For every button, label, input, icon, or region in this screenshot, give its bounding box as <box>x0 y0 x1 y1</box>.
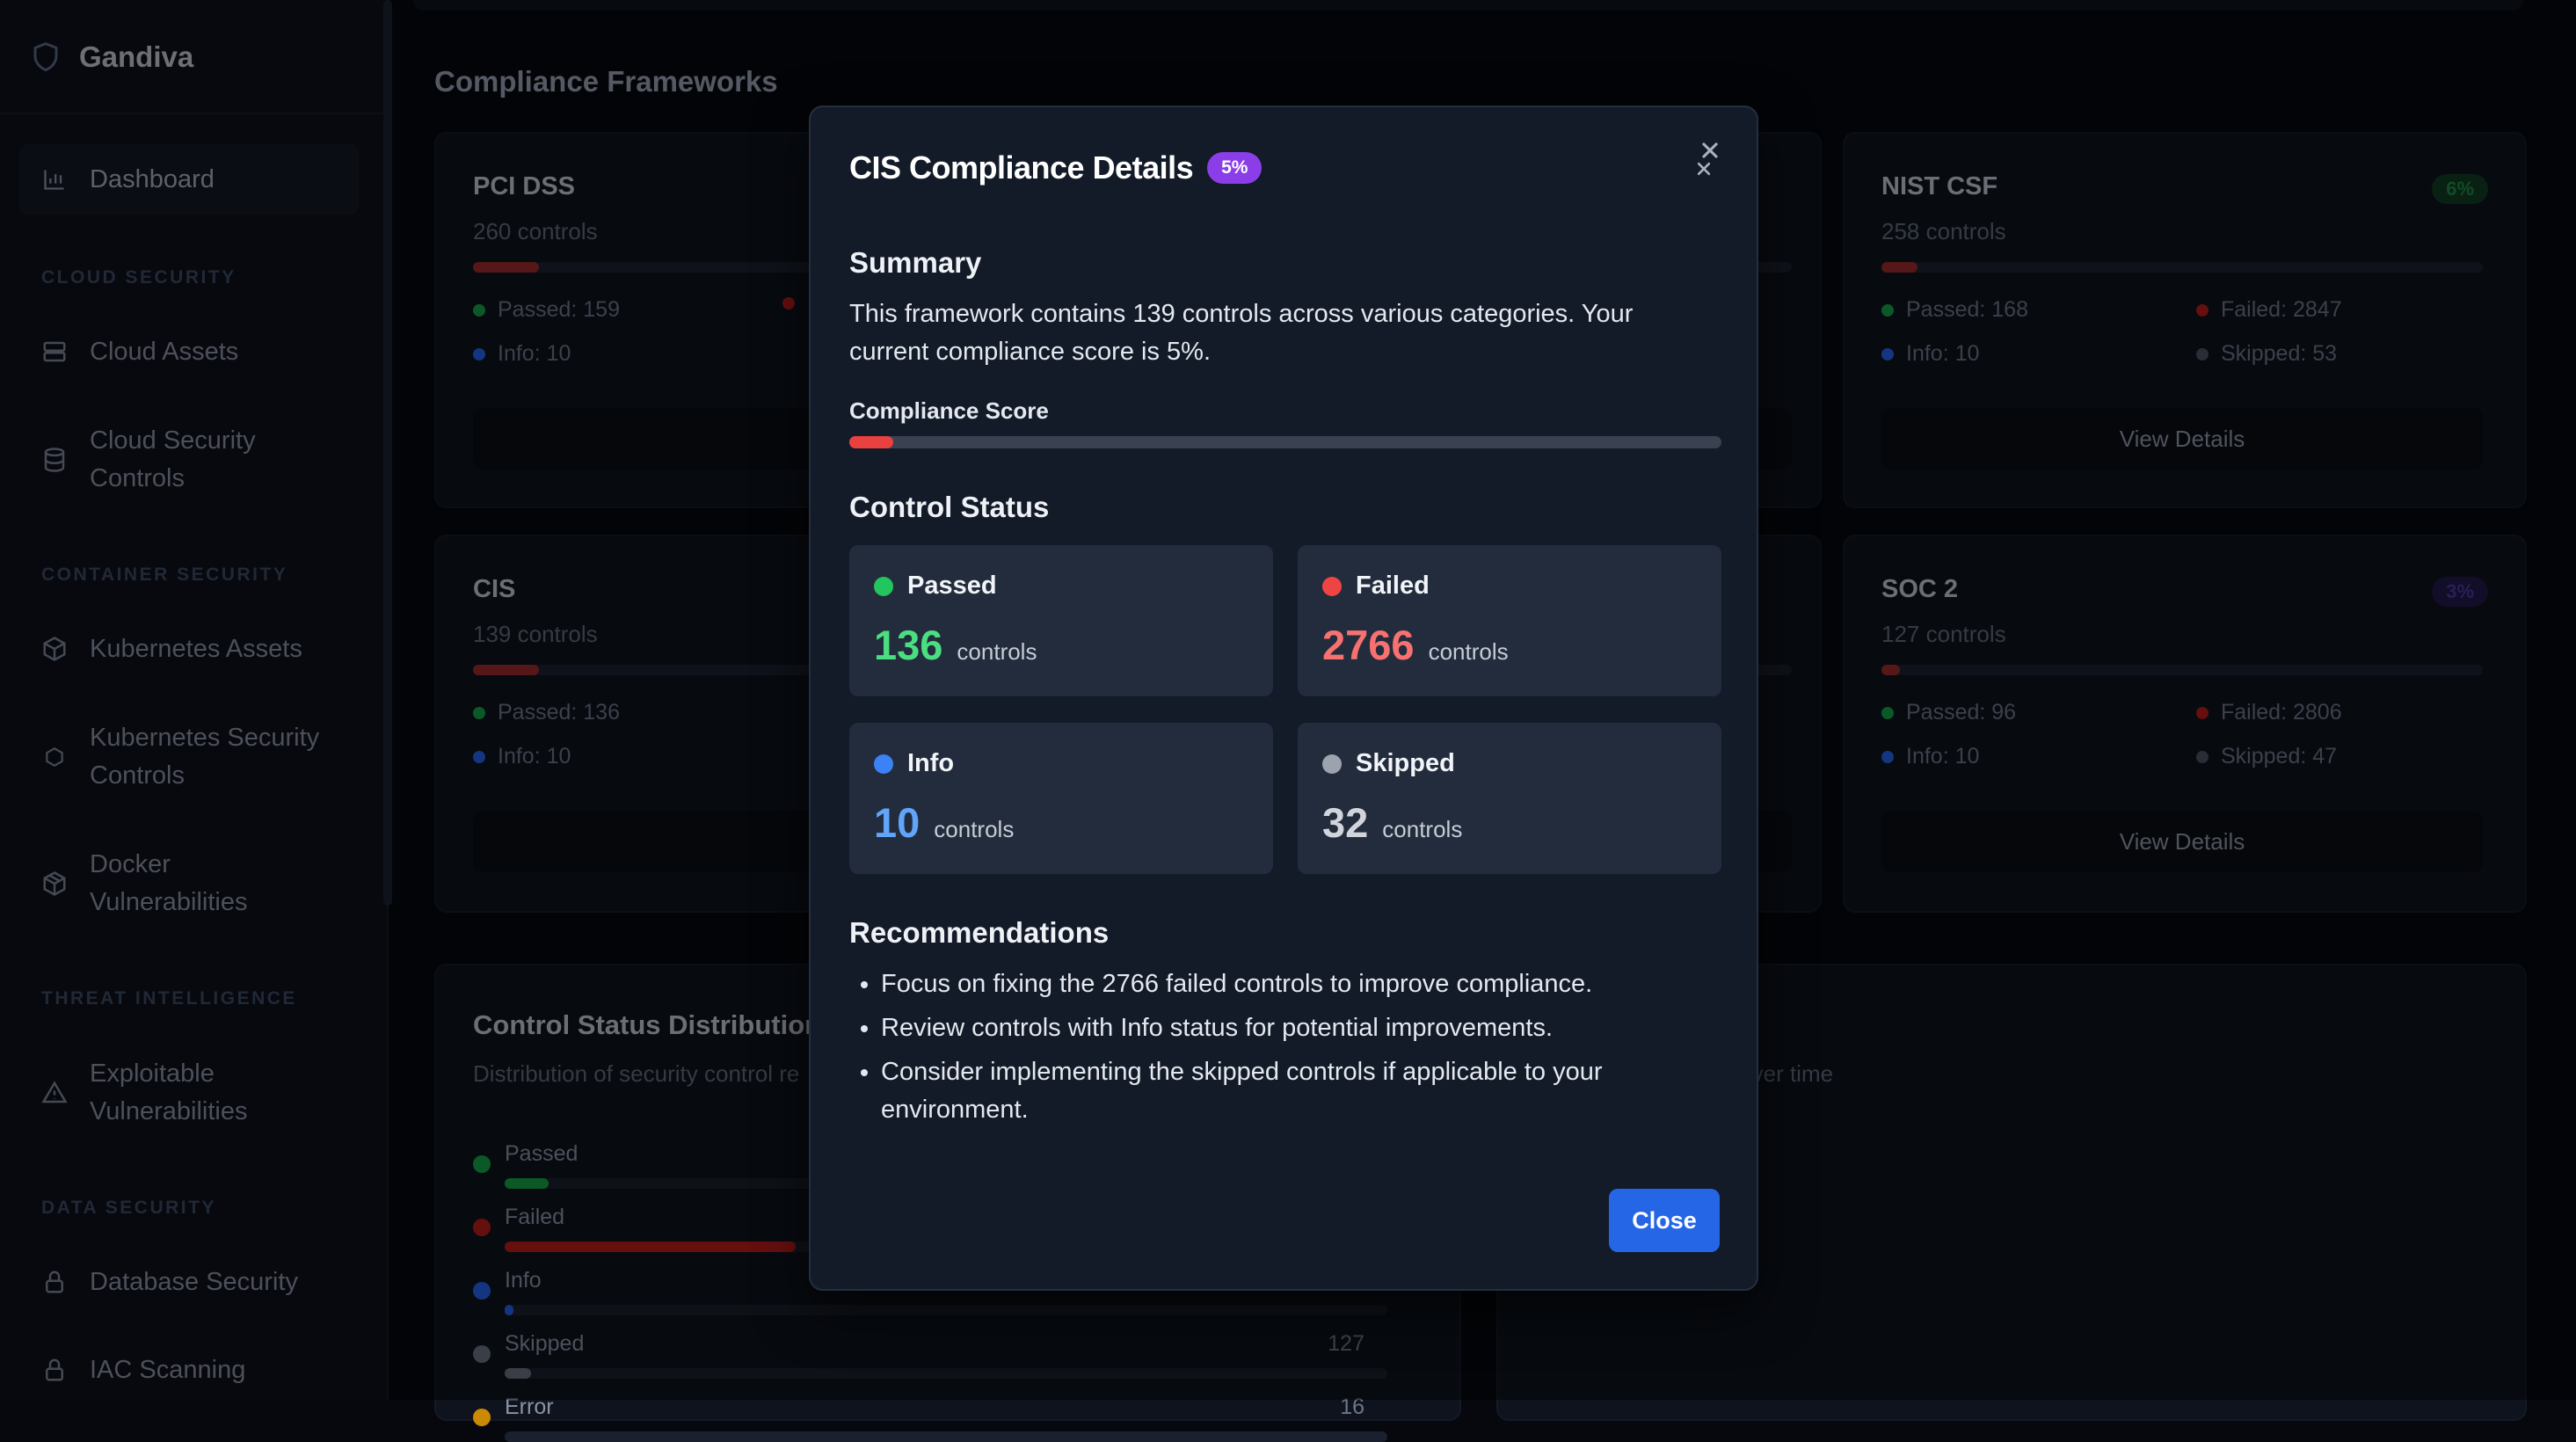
status-tile-info: Info 10 controls <box>849 723 1273 874</box>
close-icon[interactable] <box>1692 157 1716 181</box>
tile-header: Failed <box>1322 572 1430 601</box>
tile-header: Passed <box>874 572 997 601</box>
recommendation-item: Focus on fixing the 2766 failed controls… <box>881 965 1725 1003</box>
row-track <box>505 1431 1387 1442</box>
tile-value: 136 controls <box>874 621 1037 669</box>
control-status-heading: Control Status <box>849 491 1050 523</box>
status-dot <box>874 754 893 774</box>
close-button[interactable]: Close <box>1609 1189 1720 1252</box>
recommendation-item: Review controls with Info status for pot… <box>881 1009 1725 1047</box>
tile-number: 32 <box>1322 799 1369 846</box>
modal-header: CIS Compliance Details 5% <box>849 149 1263 186</box>
recommendation-item: Consider implementing the skipped contro… <box>881 1053 1725 1129</box>
score-badge: 5% <box>1207 152 1263 184</box>
tile-unit: controls <box>1428 638 1509 665</box>
tile-label: Skipped <box>1356 749 1455 777</box>
tile-header: Info <box>874 749 954 778</box>
compliance-score-fill <box>849 436 893 448</box>
tile-header: Skipped <box>1322 749 1455 778</box>
tile-number: 136 <box>874 622 943 668</box>
recommendations-list: Focus on fixing the 2766 failed controls… <box>849 965 1725 1135</box>
tile-number: 2766 <box>1322 622 1415 668</box>
tile-label: Info <box>907 749 955 777</box>
modal-title: CIS Compliance Details <box>849 149 1194 186</box>
tile-unit: controls <box>957 638 1037 665</box>
compliance-details-modal: CIS Compliance Details 5% Summary This f… <box>809 106 1758 1291</box>
tile-label: Failed <box>1356 572 1430 600</box>
tile-value: 10 controls <box>874 798 1014 847</box>
recommendations-heading: Recommendations <box>849 916 1110 949</box>
status-dot <box>1322 576 1342 596</box>
tile-unit: controls <box>934 816 1015 842</box>
status-tile-failed: Failed 2766 controls <box>1298 545 1721 696</box>
tile-unit: controls <box>1382 816 1463 842</box>
compliance-score-label: Compliance Score <box>849 397 1049 424</box>
status-dot <box>874 576 893 596</box>
tile-number: 10 <box>874 799 921 846</box>
status-tile-passed: Passed 136 controls <box>849 545 1273 696</box>
status-dot <box>1322 754 1342 774</box>
summary-heading: Summary <box>849 246 982 279</box>
summary-text: This framework contains 139 controls acr… <box>849 300 1634 366</box>
tile-value: 2766 controls <box>1322 621 1509 669</box>
status-dot <box>473 1409 491 1426</box>
tile-label: Passed <box>907 572 997 600</box>
tile-value: 32 controls <box>1322 798 1462 847</box>
compliance-score-bar <box>849 436 1721 448</box>
status-tile-skipped: Skipped 32 controls <box>1298 723 1721 874</box>
